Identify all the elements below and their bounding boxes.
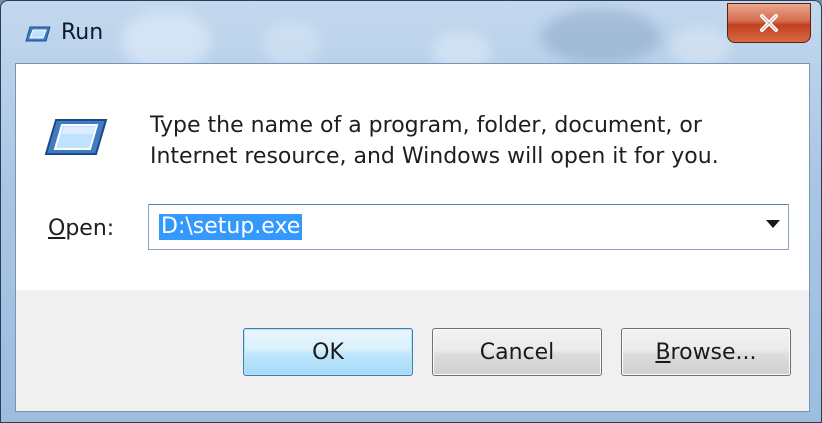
open-label-accelerator: O bbox=[48, 216, 66, 241]
run-dialog: Run Type the name of a program, folder, … bbox=[0, 0, 822, 423]
close-button[interactable] bbox=[727, 3, 811, 43]
cancel-button[interactable]: Cancel bbox=[432, 328, 602, 376]
open-label: Open: bbox=[48, 216, 114, 241]
browse-button-label: rowse... bbox=[670, 339, 757, 365]
dialog-content: Type the name of a program, folder, docu… bbox=[15, 63, 810, 412]
ok-button-label: OK bbox=[312, 339, 344, 365]
close-icon bbox=[760, 14, 778, 32]
dialog-description: Type the name of a program, folder, docu… bbox=[150, 113, 719, 169]
run-icon bbox=[25, 26, 51, 42]
ok-button[interactable]: OK bbox=[243, 328, 413, 376]
open-combobox[interactable]: D:\setup.exe bbox=[148, 204, 789, 250]
open-label-text: pen: bbox=[65, 216, 115, 241]
browse-button-accelerator: B bbox=[655, 339, 671, 365]
chevron-down-icon[interactable] bbox=[766, 220, 780, 228]
browse-button[interactable]: Browse... bbox=[621, 328, 791, 376]
cancel-button-label: Cancel bbox=[479, 339, 555, 365]
open-input-value[interactable]: D:\setup.exe bbox=[159, 214, 303, 240]
run-icon bbox=[44, 119, 108, 155]
window-title: Run bbox=[61, 20, 104, 45]
title-bar[interactable]: Run bbox=[1, 1, 821, 63]
